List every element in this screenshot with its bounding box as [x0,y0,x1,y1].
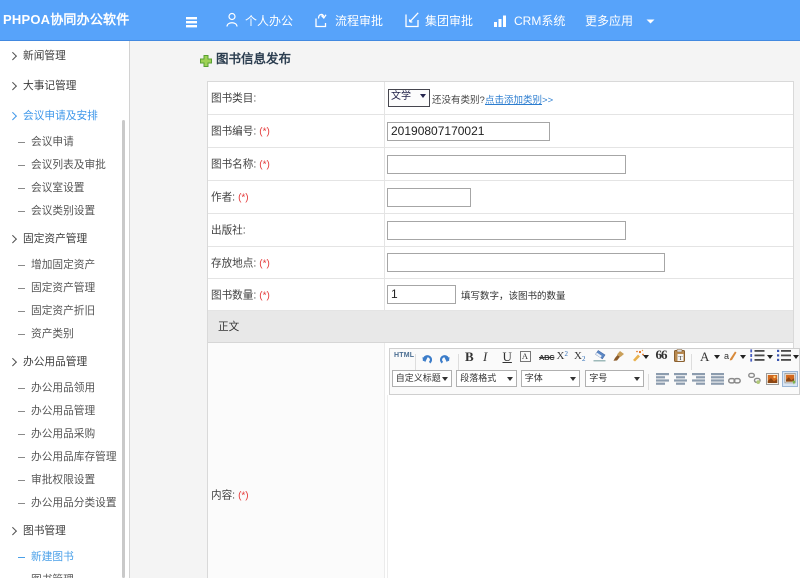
svg-text:T: T [679,355,683,362]
svg-text:a: a [724,351,729,361]
